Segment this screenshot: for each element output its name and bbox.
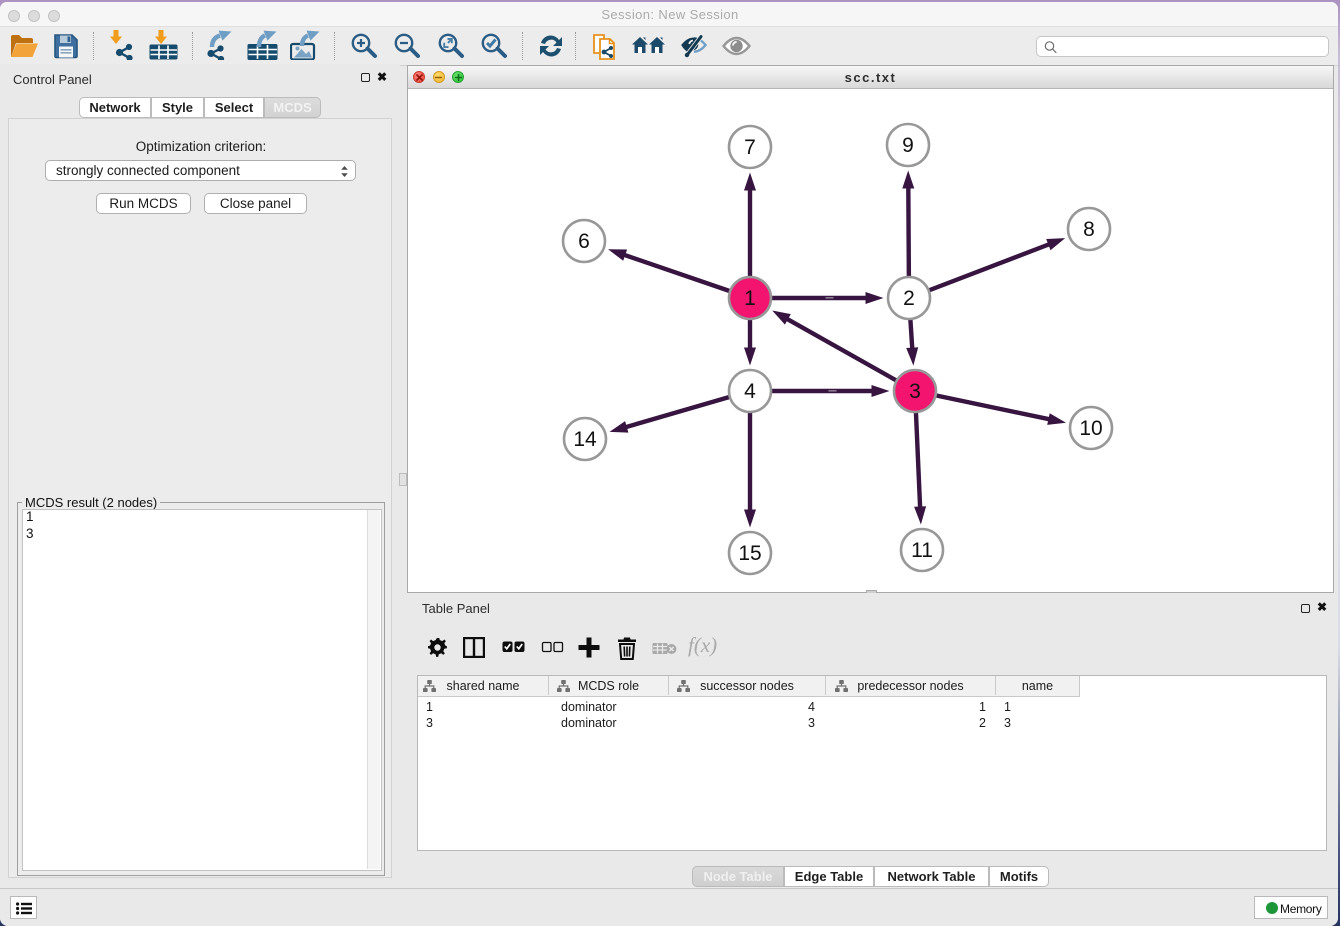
svg-text:8: 8 bbox=[1083, 218, 1095, 241]
svg-text:3: 3 bbox=[909, 380, 921, 403]
svg-text:15: 15 bbox=[738, 542, 761, 565]
svg-text:7: 7 bbox=[744, 136, 756, 159]
svg-text:10: 10 bbox=[1079, 417, 1102, 440]
svg-text:14: 14 bbox=[573, 428, 597, 451]
svg-text:9: 9 bbox=[902, 134, 914, 157]
svg-text:11: 11 bbox=[911, 539, 933, 562]
svg-text:1: 1 bbox=[744, 287, 756, 310]
svg-text:6: 6 bbox=[578, 230, 590, 253]
svg-text:2: 2 bbox=[903, 287, 915, 310]
svg-text:4: 4 bbox=[744, 380, 756, 403]
